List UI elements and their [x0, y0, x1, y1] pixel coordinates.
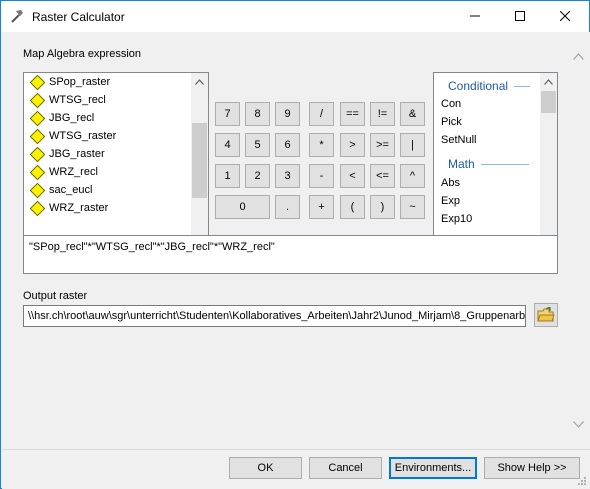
- dialog-content: Map Algebra expression SPop_raster WTSG_…: [2, 32, 568, 449]
- title-bar[interactable]: Raster Calculator: [1, 1, 589, 32]
- calc-button-1[interactable]: 1: [215, 164, 240, 188]
- calc-button-not[interactable]: ~: [400, 195, 425, 219]
- raster-layer-icon: [29, 74, 46, 90]
- environments-button[interactable]: Environments...: [389, 457, 477, 479]
- calc-button-plus[interactable]: +: [309, 195, 334, 219]
- scroll-up-icon[interactable]: [570, 48, 587, 65]
- raster-layer-icon: [29, 110, 46, 126]
- calc-button-multiply[interactable]: *: [309, 133, 334, 157]
- calc-button-equal[interactable]: ==: [340, 102, 365, 126]
- cancel-button[interactable]: Cancel: [309, 457, 382, 479]
- scroll-up-icon[interactable]: [191, 73, 208, 90]
- folder-icon: [537, 307, 555, 322]
- button-bar: OK Cancel Environments... Show Help >>: [2, 449, 590, 489]
- ok-button[interactable]: OK: [229, 457, 302, 479]
- calc-button-xor[interactable]: ^: [400, 164, 425, 188]
- calc-button-or[interactable]: |: [400, 133, 425, 157]
- function-item-exp[interactable]: Exp: [441, 195, 460, 207]
- calc-button-3[interactable]: 3: [275, 164, 300, 188]
- dialog-scrollbar[interactable]: [568, 32, 590, 449]
- calc-button-8[interactable]: 8: [245, 102, 270, 126]
- function-item-abs[interactable]: Abs: [441, 177, 460, 189]
- minimize-icon: [469, 15, 480, 17]
- scroll-down-icon[interactable]: [570, 416, 587, 433]
- browse-button[interactable]: [534, 303, 558, 327]
- close-icon: [559, 11, 570, 21]
- header-rule: [514, 86, 530, 87]
- hammer-icon: [9, 8, 25, 24]
- map-algebra-label: Map Algebra expression: [23, 48, 142, 60]
- resize-grip-icon[interactable]: [577, 476, 587, 486]
- function-item-con[interactable]: Con: [441, 98, 461, 110]
- conditional-header: Conditional: [434, 77, 541, 95]
- calc-button-minus[interactable]: -: [309, 164, 334, 188]
- scroll-up-icon[interactable]: [540, 73, 557, 90]
- list-item[interactable]: SPop_raster: [28, 73, 190, 91]
- window-title: Raster Calculator: [32, 10, 125, 24]
- calc-button-less[interactable]: <: [340, 164, 365, 188]
- raster-layer-icon: [29, 128, 46, 144]
- function-list[interactable]: Conditional Con Pick SetNull Math Abs Ex…: [433, 72, 558, 249]
- calc-button-open-paren[interactable]: (: [340, 195, 365, 219]
- calc-button-6[interactable]: 6: [275, 133, 300, 157]
- list-item[interactable]: sac_eucl: [28, 181, 190, 199]
- expression-textbox[interactable]: "SPop_recl"*"WTSG_recl"*"JBG_recl"*"WRZ_…: [23, 235, 558, 274]
- close-button[interactable]: [542, 1, 587, 31]
- math-header: Math: [434, 155, 541, 173]
- scroll-thumb[interactable]: [541, 91, 556, 113]
- calc-button-close-paren[interactable]: ): [370, 195, 395, 219]
- list-item[interactable]: WTSG_recl: [28, 91, 190, 109]
- minimize-button[interactable]: [452, 1, 497, 31]
- function-item-pick[interactable]: Pick: [441, 116, 462, 128]
- calc-button-7[interactable]: 7: [215, 102, 240, 126]
- raster-layer-icon: [29, 92, 46, 108]
- list-item[interactable]: WRZ_recl: [28, 163, 190, 181]
- calc-button-5[interactable]: 5: [245, 133, 270, 157]
- calc-button-4[interactable]: 4: [215, 133, 240, 157]
- calc-button-2[interactable]: 2: [245, 164, 270, 188]
- calc-button-greater-equal[interactable]: >=: [370, 133, 395, 157]
- calc-button-greater[interactable]: >: [340, 133, 365, 157]
- layer-list-scrollbar[interactable]: [191, 73, 208, 248]
- output-raster-label: Output raster: [23, 290, 88, 302]
- calc-button-and[interactable]: &: [400, 102, 425, 126]
- calc-button-9[interactable]: 9: [275, 102, 300, 126]
- show-help-button[interactable]: Show Help >>: [484, 457, 580, 479]
- list-item[interactable]: JBG_recl: [28, 109, 190, 127]
- calc-button-less-equal[interactable]: <=: [370, 164, 395, 188]
- maximize-icon: [514, 11, 525, 21]
- raster-layer-icon: [29, 164, 46, 180]
- function-item-setnull[interactable]: SetNull: [441, 134, 476, 146]
- scroll-thumb[interactable]: [192, 123, 207, 198]
- function-list-scrollbar[interactable]: [540, 73, 557, 248]
- function-item-exp10[interactable]: Exp10: [441, 213, 472, 225]
- raster-layer-icon: [29, 146, 46, 162]
- layer-list[interactable]: SPop_raster WTSG_recl JBG_recl WTSG_rast…: [23, 72, 209, 249]
- calc-button-divide[interactable]: /: [309, 102, 334, 126]
- maximize-button[interactable]: [497, 1, 542, 31]
- list-item[interactable]: WTSG_raster: [28, 127, 190, 145]
- raster-calculator-window: Raster Calculator Map Algebra expression…: [0, 0, 590, 489]
- calc-button-decimal[interactable]: .: [275, 195, 300, 219]
- raster-layer-icon: [29, 200, 46, 216]
- calc-button-0[interactable]: 0: [215, 195, 270, 219]
- list-item[interactable]: JBG_raster: [28, 145, 190, 163]
- list-item[interactable]: WRZ_raster: [28, 199, 190, 217]
- header-rule: [481, 164, 529, 165]
- calc-button-not-equal[interactable]: !=: [370, 102, 395, 126]
- output-raster-input[interactable]: \\hsr.ch\root\auw\sgr\unterricht\Student…: [23, 305, 526, 327]
- raster-layer-icon: [29, 182, 46, 198]
